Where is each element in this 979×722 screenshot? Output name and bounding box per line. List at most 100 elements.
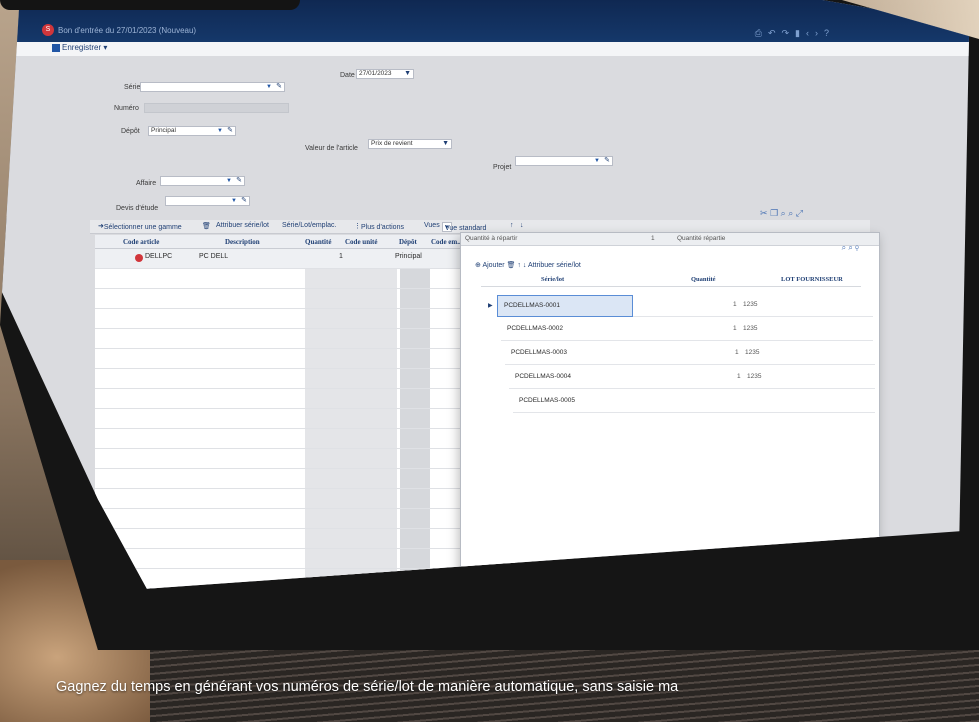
vue-select[interactable]: Vue standard ▾	[442, 222, 486, 232]
grid-tools: ✂ ❐ ⌕ ⌕ ⤢	[760, 208, 803, 219]
search-icon[interactable]: ⌕	[842, 243, 846, 252]
window-title: Bon d'entrée du 27/01/2023 (Nouveau)	[58, 26, 197, 35]
more-actions-button[interactable]: ⋮ Plus d'actions	[354, 222, 404, 231]
table-row[interactable]	[95, 529, 515, 549]
serie-lot-emplac-button[interactable]: Série/Lot/emplac.	[282, 222, 336, 229]
add-label: Ajouter	[482, 262, 505, 269]
serial-lot-panel: Quantité à répartir 1 Quantité répartie …	[460, 232, 880, 589]
edit-icon[interactable]: ✎	[236, 177, 242, 185]
vues-label: Vues	[424, 222, 440, 229]
arrow-down-icon[interactable]: ↓	[520, 222, 524, 229]
arrow-up-icon[interactable]: ↑	[517, 262, 521, 269]
table-row[interactable]: DELLPC PC DELL 1 Principal	[95, 249, 515, 269]
table-row[interactable]	[95, 289, 515, 309]
projet-label: Projet	[493, 164, 512, 171]
col-lot-fournisseur[interactable]: LOT FOURNISSEUR	[781, 276, 843, 283]
lot-value: 1235	[743, 325, 758, 332]
valider-button[interactable]: Valider	[829, 573, 873, 589]
table-row[interactable]	[95, 509, 515, 529]
list-item[interactable]: PCDELLMAS-0005	[513, 391, 875, 413]
table-row[interactable]	[95, 449, 515, 469]
trash-icon[interactable]: 🗑	[202, 222, 211, 230]
print-icon[interactable]: ⎙	[755, 28, 762, 39]
nav-next-icon[interactable]: ›	[815, 28, 818, 39]
chevron-down-icon: ▼	[266, 84, 272, 90]
serie-value: PCDELLMAS-0003	[511, 349, 567, 356]
pin-icon[interactable]: ⚲	[855, 243, 859, 252]
redo-icon[interactable]: ↷	[781, 28, 789, 39]
search-icon[interactable]: ⌕	[781, 208, 786, 218]
list-item[interactable]: PCDELLMAS-0003 1 1235	[505, 343, 875, 365]
edit-icon[interactable]: ✎	[276, 83, 282, 91]
serie-field[interactable]: ▼ ✎	[140, 82, 285, 92]
table-row[interactable]	[95, 429, 515, 449]
table-row[interactable]	[95, 349, 515, 369]
col-quantite[interactable]: Quantité	[305, 238, 331, 246]
affaire-field[interactable]: ▼ ✎	[160, 176, 245, 186]
annuler-button[interactable]: Annuler	[884, 566, 930, 582]
edit-icon[interactable]: ✎	[227, 127, 233, 135]
panel-grid-header: Série/lot Quantité LOT FOURNISSEUR	[481, 273, 861, 287]
edit-icon[interactable]: ✎	[604, 157, 610, 165]
zoom-icon[interactable]: ⌕	[788, 208, 793, 218]
numero-field	[144, 103, 289, 113]
table-row[interactable]	[95, 269, 515, 289]
col-code-article[interactable]: Code article	[123, 238, 159, 246]
copy-icon[interactable]: ❐	[770, 208, 778, 218]
select-gamme-button[interactable]: ➜ Sélectionner une gamme	[98, 222, 182, 231]
table-row[interactable]	[95, 469, 515, 489]
col-code-unite[interactable]: Code unité	[345, 238, 377, 246]
attribuer-button[interactable]: Attribuer série/lot	[216, 222, 269, 229]
action-toolbar: Enregistrer ▾	[0, 42, 970, 56]
arrow-up-icon[interactable]: ↑	[510, 222, 514, 229]
table-row[interactable]	[95, 329, 515, 349]
table-row[interactable]	[95, 309, 515, 329]
undo-icon[interactable]: ↶	[768, 28, 776, 39]
valeur-label: Valeur de l'article	[305, 145, 358, 152]
table-row[interactable]	[95, 549, 515, 569]
table-row[interactable]	[95, 569, 515, 589]
arrow-down-icon[interactable]: ↓	[523, 262, 527, 269]
col-depot[interactable]: Dépôt	[399, 238, 417, 246]
list-item[interactable]: PCDELLMAS-0004 1 1235	[509, 367, 875, 389]
list-item[interactable]: ▶ PCDELLMAS-0001	[488, 295, 633, 317]
attribuer-panel-button[interactable]: Attribuer série/lot	[528, 262, 581, 269]
col-serie-lot[interactable]: Série/lot	[541, 276, 564, 283]
cell-code-article: DELLPC	[145, 253, 173, 260]
table-row[interactable]	[95, 389, 515, 409]
save-button[interactable]: Enregistrer ▾	[52, 43, 107, 52]
affaire-label: Affaire	[136, 180, 157, 187]
depot-label: Dépôt	[121, 128, 140, 135]
add-button[interactable]: ⊕ Ajouter	[475, 262, 505, 269]
trash-icon[interactable]: 🗑	[507, 262, 516, 269]
app-window: S Bon d'entrée du 27/01/2023 (Nouveau) ⎙…	[0, 0, 970, 589]
devis-field[interactable]: ▼ ✎	[165, 196, 250, 206]
projet-field[interactable]: ▼ ✎	[515, 156, 613, 166]
table-row[interactable]	[95, 369, 515, 389]
cut-icon[interactable]: ✂	[760, 208, 768, 218]
nav-prev-icon[interactable]: ‹	[806, 28, 809, 39]
list-item-values[interactable]: 1 1235	[633, 295, 873, 317]
qty-value: 1	[735, 349, 739, 356]
depot-field[interactable]: Principal ▼ ✎	[148, 126, 236, 136]
lock-icon[interactable]: ▮	[795, 28, 800, 39]
list-item[interactable]: PCDELLMAS-0002 1 1235	[501, 319, 873, 341]
chevron-down-icon: ▼	[594, 158, 600, 164]
serie-value: PCDELLMAS-0004	[515, 373, 571, 380]
expand-icon[interactable]: ⤢	[796, 208, 803, 218]
table-row[interactable]	[95, 409, 515, 429]
zoom-icon[interactable]: ⌕	[848, 243, 852, 252]
title-tools: ⎙ ↶ ↷ ▮ ‹ › ?	[755, 28, 829, 39]
row-status-icon	[135, 254, 143, 262]
col-description[interactable]: Description	[225, 238, 260, 246]
qty-value: 1	[733, 325, 737, 332]
numero-label: Numéro	[114, 105, 139, 112]
depot-value: Principal	[151, 127, 176, 134]
col-quantite[interactable]: Quantité	[691, 276, 716, 283]
valeur-field[interactable]: Prix de revient ▼	[368, 139, 452, 149]
edit-icon[interactable]: ✎	[241, 197, 247, 205]
table-row[interactable]	[95, 489, 515, 509]
help-icon[interactable]: ?	[824, 28, 829, 39]
date-field[interactable]: 27/01/2023 ▼	[356, 69, 414, 79]
col-code-emplacement[interactable]: Code em...	[431, 238, 463, 246]
